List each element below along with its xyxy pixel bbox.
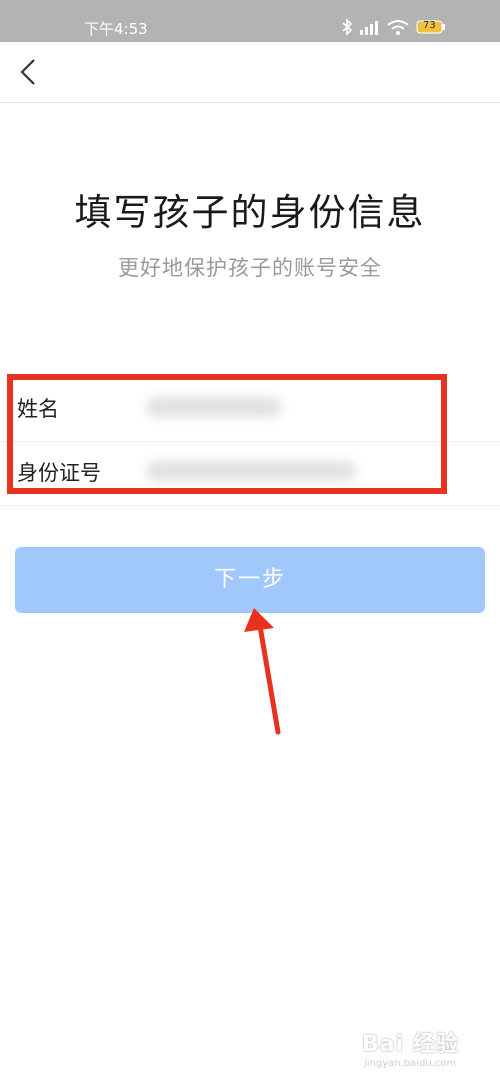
red-arrow-annotation (244, 608, 281, 735)
chevron-left-icon[interactable] (12, 54, 48, 90)
page-subtitle: 更好地保护孩子的账号安全 (118, 256, 382, 280)
watermark-url: jingyan.baidu.com (364, 1058, 457, 1069)
status-bar: 下午4:53 73 (0, 0, 500, 42)
status-time: 下午4:53 (84, 20, 148, 38)
watermark-logo: Bai 经验 (362, 1032, 459, 1057)
wifi-icon (387, 20, 409, 35)
battery-level: 73 (423, 20, 436, 31)
bluetooth-icon (342, 18, 353, 36)
highlight-box (7, 374, 447, 494)
signal-icon (360, 21, 378, 35)
baidu-watermark: Bai 经验 jingyan.baidu.com (362, 1026, 492, 1080)
page-title: 填写孩子的身份信息 (74, 191, 426, 234)
nav-bar (0, 42, 500, 103)
